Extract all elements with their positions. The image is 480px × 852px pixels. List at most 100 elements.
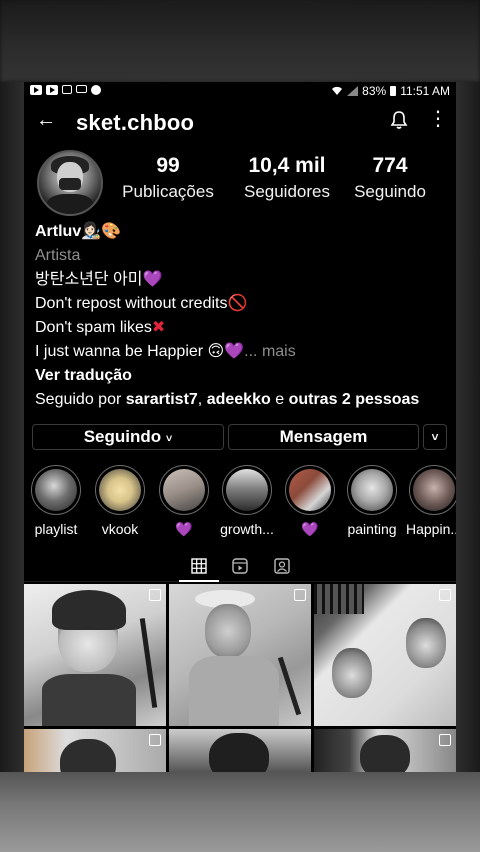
post-thumbnail[interactable] xyxy=(314,584,456,726)
followers-label: Seguidores xyxy=(243,182,330,201)
profile-tabs xyxy=(24,552,456,582)
highlight-cover xyxy=(31,465,81,515)
bio-line-2-text: Don't repost without credits xyxy=(35,295,228,312)
highlight-label: painting xyxy=(347,521,397,537)
stat-posts[interactable]: 99 Publicações xyxy=(118,154,218,202)
avatar-mask xyxy=(59,178,81,190)
pencil xyxy=(277,656,302,716)
bio-line-3-text: Don't spam likes xyxy=(35,319,152,336)
highlight-cover xyxy=(222,465,272,515)
following-button-label: Seguindo xyxy=(83,427,162,446)
highlight-cover xyxy=(409,465,456,515)
back-arrow-icon[interactable]: ← xyxy=(36,110,56,130)
highlight-label: playlist xyxy=(34,521,78,537)
posts-count: 99 xyxy=(156,154,180,177)
bio-line-3: Don't spam likes✖ xyxy=(35,316,455,340)
youtube-icon xyxy=(46,85,58,95)
purple-heart-icon: 💜 xyxy=(142,271,163,288)
grid-icon[interactable] xyxy=(189,556,209,576)
tagged-icon[interactable] xyxy=(272,556,292,576)
post-thumbnail[interactable] xyxy=(24,729,166,772)
bell-icon[interactable] xyxy=(390,110,408,130)
posts-grid xyxy=(24,584,456,772)
see-translation-link[interactable]: Ver tradução xyxy=(35,364,455,388)
active-tab-indicator xyxy=(179,580,219,582)
pencil xyxy=(139,618,158,708)
app-icon xyxy=(91,85,101,95)
bio-line-4: I just wanna be Happier 🙃💜... mais xyxy=(35,340,455,364)
profile-username: sket.chboo xyxy=(76,110,195,135)
followed-by-others: outras 2 pessoas xyxy=(288,391,420,408)
highlight-label: vkook xyxy=(101,521,139,537)
stat-followers[interactable]: 10,4 mil Seguidores xyxy=(231,154,343,202)
stat-following[interactable]: 774 Seguindo xyxy=(350,154,430,202)
followed-by-and: e xyxy=(275,391,285,408)
blurred-background-right xyxy=(456,82,480,772)
followed-by-separator: , xyxy=(197,391,203,408)
post-thumbnail[interactable] xyxy=(24,584,166,726)
avatar-body xyxy=(47,194,93,214)
highlight-item[interactable]: 💜 xyxy=(156,465,212,538)
carousel-icon xyxy=(149,734,161,746)
followed-by-prefix: Seguido por xyxy=(35,391,122,408)
story-highlights: playlist vkook 💜 growth... 💜 painting Ha… xyxy=(24,465,456,539)
profile-header: ← sket.chboo ⋮ xyxy=(24,104,456,144)
following-label: Seguindo xyxy=(354,182,426,201)
signal-icon xyxy=(347,86,359,96)
battery-icon xyxy=(390,86,397,96)
highlight-item[interactable]: painting xyxy=(344,465,400,537)
highlight-label: 💜 xyxy=(175,521,193,537)
more-vertical-icon[interactable]: ⋮ xyxy=(428,109,448,129)
highlight-item[interactable]: 💜 xyxy=(282,465,338,538)
highlight-label: growth... xyxy=(220,521,274,537)
bio-line-1-text: 방탄소년단 아미 xyxy=(35,271,143,288)
highlight-item[interactable]: playlist xyxy=(28,465,84,537)
highlight-item[interactable]: Happin... xyxy=(406,465,456,537)
bio-line-4-text: I just wanna be Happier 🙃 xyxy=(35,343,225,360)
mail-icon xyxy=(76,85,87,93)
posts-label: Publicações xyxy=(122,182,214,201)
cross-mark-icon: ✖ xyxy=(151,319,166,336)
wifi-icon xyxy=(332,86,343,95)
carousel-icon xyxy=(439,589,451,601)
battery-percent: 83% xyxy=(362,84,387,98)
highlight-item[interactable]: vkook xyxy=(92,465,148,537)
carousel-icon xyxy=(294,589,306,601)
highlight-cover xyxy=(285,465,335,515)
post-thumbnail[interactable] xyxy=(169,584,311,726)
followed-by-user-1: sarartist7 xyxy=(125,391,198,408)
followed-by[interactable]: Seguido por sarartist7, adeekko e outras… xyxy=(35,388,455,412)
followed-by-user-2: adeekko xyxy=(206,391,271,408)
highlight-cover xyxy=(347,465,397,515)
highlight-label: 💜 xyxy=(301,521,319,537)
highlight-item[interactable]: growth... xyxy=(219,465,275,537)
carousel-icon xyxy=(149,589,161,601)
following-count: 774 xyxy=(372,154,408,177)
bio-line-1: 방탄소년단 아미💜 xyxy=(35,268,455,292)
system-status: 83% 11:51 AM xyxy=(331,84,450,98)
profile-bio: Artluv👩🏻‍🎨🎨 Artista 방탄소년단 아미💜 Don't repo… xyxy=(35,220,455,412)
purple-heart-icon: 💜 xyxy=(224,343,245,360)
profile-avatar[interactable] xyxy=(37,150,103,216)
followers-count: 10,4 mil xyxy=(248,154,326,177)
youtube-icon xyxy=(30,85,42,95)
highlight-cover xyxy=(159,465,209,515)
no-entry-icon: 🚫 xyxy=(227,295,248,312)
chevron-down-icon: ˅ xyxy=(165,433,173,445)
chevron-down-icon: ˅ xyxy=(431,430,439,444)
bio-line-2: Don't repost without credits🚫 xyxy=(35,292,455,316)
bio-more-link[interactable]: ... mais xyxy=(244,343,296,360)
blurred-background-bottom xyxy=(0,772,480,852)
message-button[interactable]: Mensagem xyxy=(228,424,419,450)
following-button[interactable]: Seguindo ˅ xyxy=(32,424,224,450)
tabs-divider xyxy=(24,581,456,582)
sketch-shoulders xyxy=(42,674,136,726)
reels-icon[interactable] xyxy=(230,556,250,576)
sketch-body xyxy=(189,656,279,726)
notification-icons xyxy=(30,85,101,95)
suggested-accounts-button[interactable]: ˅ xyxy=(423,424,447,450)
highlight-label: Happin... xyxy=(406,521,456,537)
post-thumbnail[interactable] xyxy=(169,729,311,772)
status-bar: 83% 11:51 AM xyxy=(24,82,456,100)
post-thumbnail[interactable] xyxy=(314,729,456,772)
